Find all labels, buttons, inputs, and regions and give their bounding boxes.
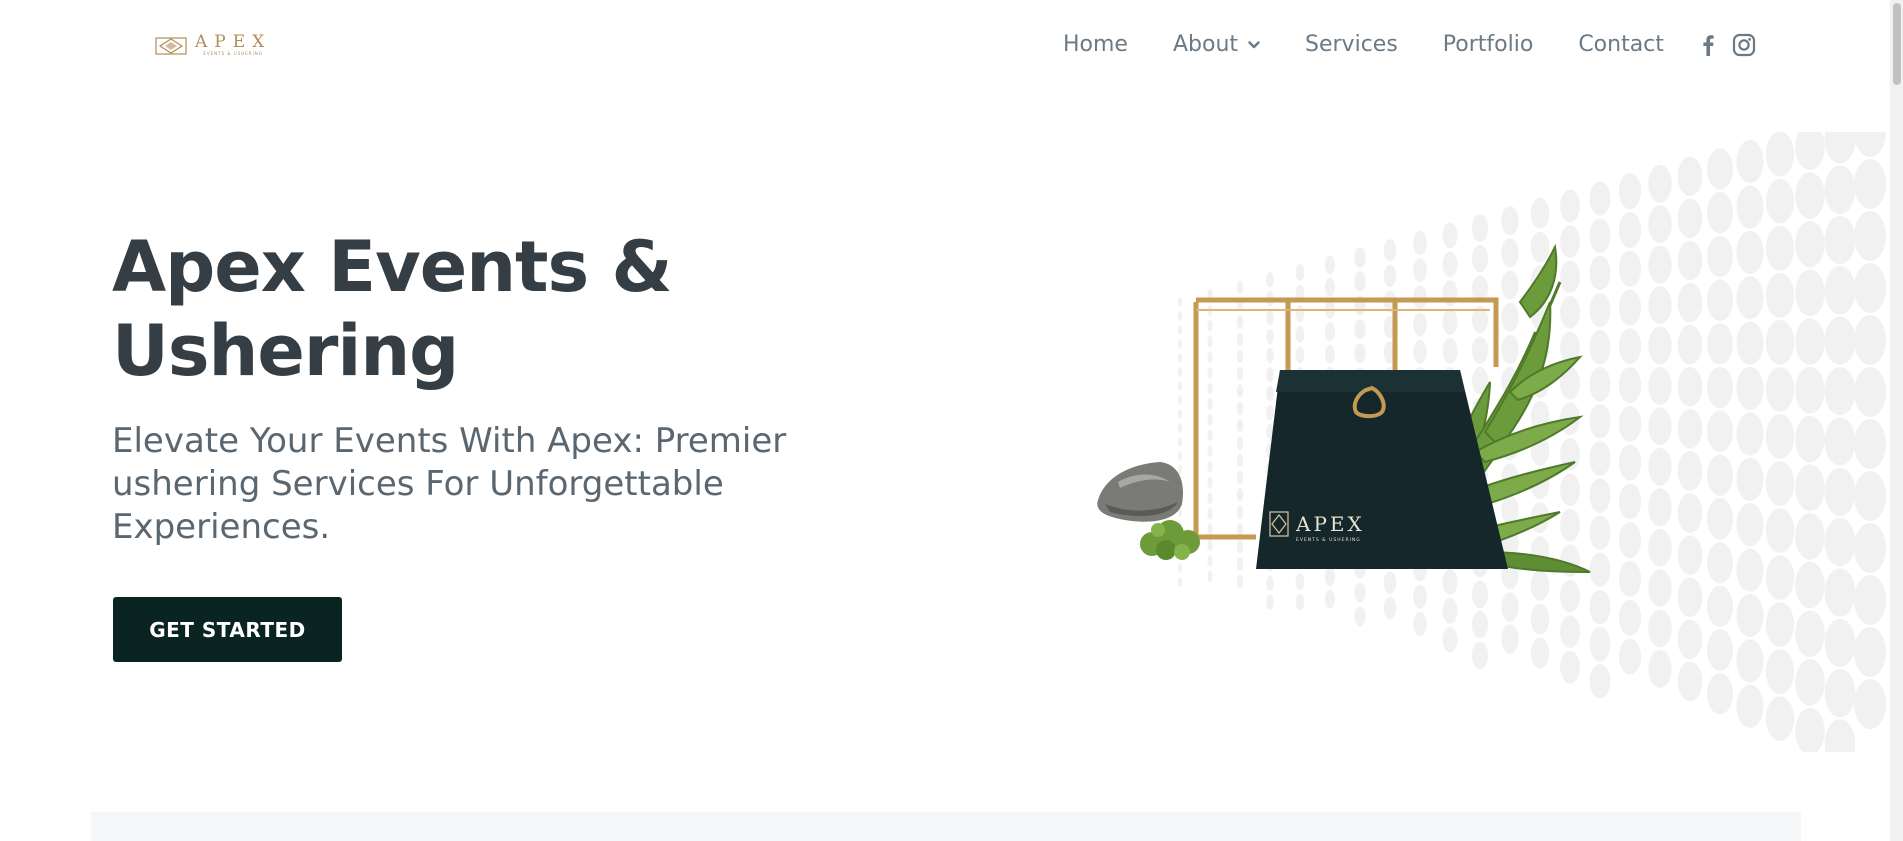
- scrollbar-thumb[interactable]: [1893, 3, 1901, 85]
- bag-brand-text: APEX: [1295, 512, 1365, 536]
- site-header: APEX EVENTS & USHERING Home About Servic…: [0, 0, 1890, 95]
- main-nav: Home About Services Portfolio Contact: [1063, 32, 1756, 57]
- instagram-icon[interactable]: [1732, 33, 1756, 57]
- nav-portfolio[interactable]: Portfolio: [1443, 32, 1534, 57]
- get-started-button[interactable]: GET STARTED: [113, 597, 342, 662]
- nav-home[interactable]: Home: [1063, 32, 1128, 57]
- next-section-strip: [91, 812, 1801, 841]
- nav-contact[interactable]: Contact: [1578, 32, 1664, 57]
- page-scrollbar[interactable]: [1890, 0, 1903, 841]
- facebook-icon[interactable]: [1702, 34, 1714, 56]
- logo-diamond-icon: [155, 36, 187, 56]
- logo-tagline: EVENTS & USHERING: [203, 51, 263, 56]
- hero-subtitle: Elevate Your Events With Apex: Premier u…: [112, 421, 787, 547]
- shopping-bag: APEX EVENTS & USHERING: [1256, 370, 1508, 569]
- logo-wordmark: APEX: [195, 32, 272, 52]
- bag-tagline-text: EVENTS & USHERING: [1296, 537, 1361, 543]
- nav-about[interactable]: About: [1173, 32, 1260, 57]
- rock: [1097, 462, 1184, 522]
- site-logo[interactable]: APEX EVENTS & USHERING: [155, 34, 271, 57]
- hero-illustration: APEX EVENTS & USHERING: [1090, 107, 1890, 768]
- social-links: [1702, 33, 1756, 57]
- hero-title: Apex Events & Ushering: [112, 226, 673, 392]
- moss: [1140, 520, 1200, 560]
- chevron-down-icon: [1248, 40, 1260, 49]
- nav-services[interactable]: Services: [1305, 32, 1398, 57]
